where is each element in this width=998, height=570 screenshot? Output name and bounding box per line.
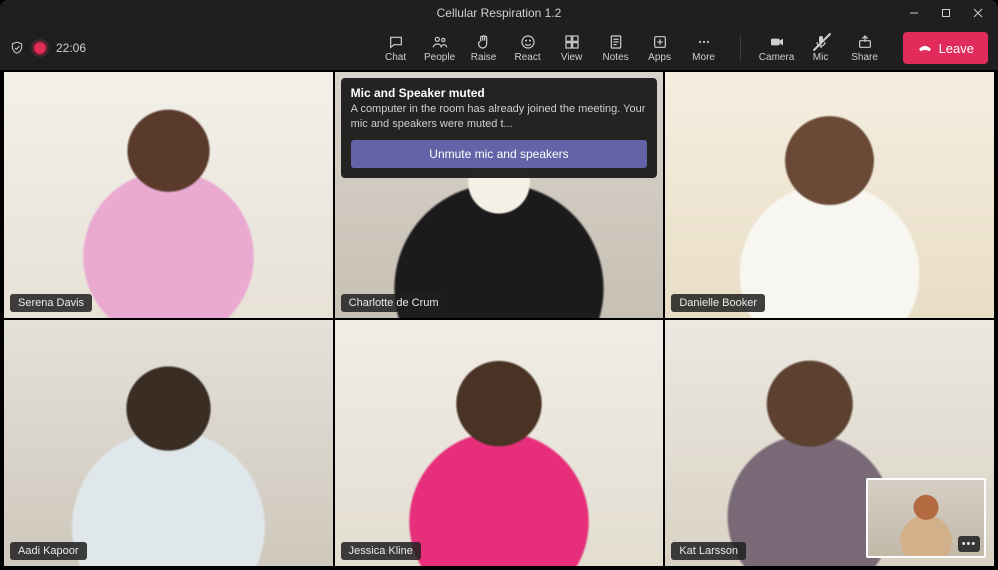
react-label: React — [515, 52, 541, 63]
more-label: More — [692, 52, 715, 63]
more-icon — [695, 34, 713, 50]
meeting-toolbar: 22:06 Chat People Raise — [0, 26, 998, 70]
view-button[interactable]: View — [550, 28, 594, 68]
video-placeholder — [335, 320, 664, 566]
toolbar-separator — [740, 34, 741, 62]
notification-body: A computer in the room has already joine… — [351, 102, 648, 132]
mute-notification: Mic and Speaker muted A computer in the … — [341, 78, 658, 178]
people-button[interactable]: People — [418, 28, 462, 68]
raise-hand-icon — [475, 34, 493, 50]
apps-icon — [651, 34, 669, 50]
participant-tile[interactable]: Danielle Booker — [665, 72, 994, 318]
people-label: People — [424, 52, 455, 63]
apps-button[interactable]: Apps — [638, 28, 682, 68]
share-button[interactable]: Share — [843, 28, 887, 68]
view-label: View — [561, 52, 583, 63]
participant-tile[interactable]: Jessica Kline — [335, 320, 664, 566]
video-grid: Serena Davis Mic and Speaker muted A com… — [0, 70, 998, 570]
raise-hand-button[interactable]: Raise — [462, 28, 506, 68]
elapsed-time: 22:06 — [56, 41, 86, 55]
video-placeholder — [665, 72, 994, 318]
unmute-button[interactable]: Unmute mic and speakers — [351, 140, 648, 168]
camera-label: Camera — [759, 52, 795, 63]
participant-tile[interactable]: Aadi Kapoor — [4, 320, 333, 566]
leave-label: Leave — [939, 41, 974, 56]
notes-icon — [607, 34, 625, 50]
meeting-window: Cellular Respiration 1.2 22:06 — [0, 0, 998, 570]
notes-label: Notes — [603, 52, 629, 63]
self-view-pip[interactable]: ••• — [866, 478, 986, 558]
apps-label: Apps — [648, 52, 671, 63]
mic-label: Mic — [813, 52, 829, 63]
minimize-button[interactable] — [898, 0, 930, 26]
participant-tile[interactable]: Kat Larsson ••• — [665, 320, 994, 566]
close-button[interactable] — [962, 0, 994, 26]
share-label: Share — [851, 52, 878, 63]
participant-name: Danielle Booker — [671, 294, 765, 312]
window-controls — [898, 0, 994, 26]
maximize-button[interactable] — [930, 0, 962, 26]
share-icon — [857, 34, 873, 50]
view-icon — [563, 34, 581, 50]
notes-button[interactable]: Notes — [594, 28, 638, 68]
mic-muted-icon — [813, 34, 829, 50]
camera-icon — [768, 34, 786, 50]
media-toolbar: Camera Mic Share — [755, 28, 887, 68]
camera-button[interactable]: Camera — [755, 28, 799, 68]
participant-name: Kat Larsson — [671, 542, 746, 560]
participant-tile[interactable]: Serena Davis — [4, 72, 333, 318]
raise-label: Raise — [471, 52, 497, 63]
participant-name: Aadi Kapoor — [10, 542, 87, 560]
window-title: Cellular Respiration 1.2 — [437, 6, 562, 20]
pip-more-button[interactable]: ••• — [958, 536, 980, 552]
video-placeholder — [4, 72, 333, 318]
participant-name: Jessica Kline — [341, 542, 421, 560]
chat-label: Chat — [385, 52, 406, 63]
shield-icon — [10, 41, 24, 55]
more-button[interactable]: More — [682, 28, 726, 68]
recording-indicator-icon — [34, 42, 46, 54]
phone-hangup-icon — [917, 40, 933, 56]
leave-button[interactable]: Leave — [903, 32, 988, 64]
react-icon — [519, 34, 537, 50]
mic-button[interactable]: Mic — [799, 28, 843, 68]
chat-icon — [387, 34, 405, 50]
react-button[interactable]: React — [506, 28, 550, 68]
notification-title: Mic and Speaker muted — [351, 86, 648, 100]
meeting-status: 22:06 — [10, 41, 86, 55]
participant-name: Serena Davis — [10, 294, 92, 312]
people-icon — [431, 34, 449, 50]
titlebar: Cellular Respiration 1.2 — [0, 0, 998, 26]
video-placeholder — [4, 320, 333, 566]
center-toolbar: Chat People Raise React — [374, 28, 726, 68]
participant-tile[interactable]: Mic and Speaker muted A computer in the … — [335, 72, 664, 318]
chat-button[interactable]: Chat — [374, 28, 418, 68]
participant-name: Charlotte de Crum — [341, 294, 447, 312]
